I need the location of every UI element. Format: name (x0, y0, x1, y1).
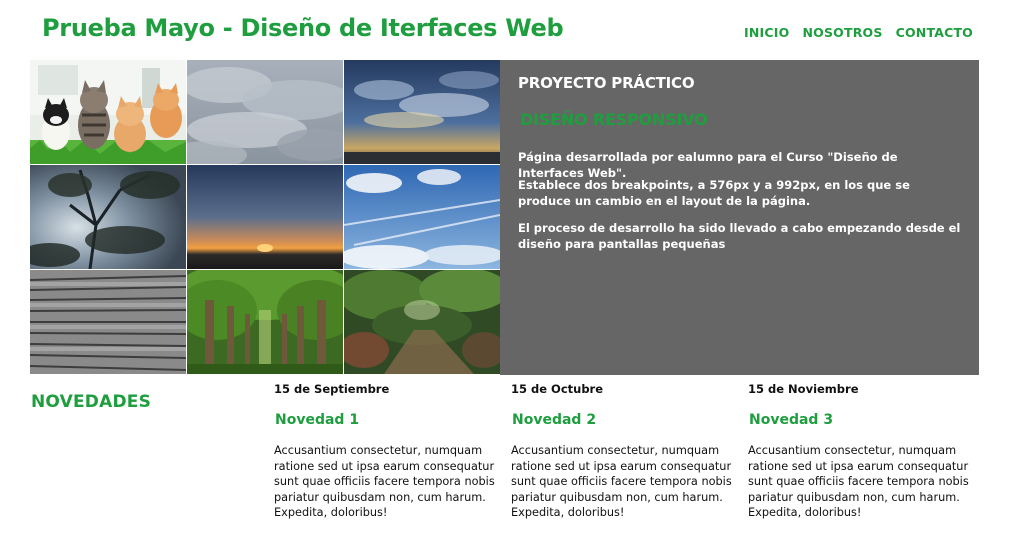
news-heading: NOVEDADES (31, 392, 152, 412)
hero-section: PROYECTO PRÁCTICO DISEÑO RESPONSIVO Pági… (30, 60, 979, 375)
tree-silhouette-photo-icon (30, 165, 186, 269)
photo-gallery (30, 60, 500, 375)
nav-inicio[interactable]: INICIO (744, 25, 789, 40)
news-title: Novedad 2 (512, 412, 597, 428)
project-info-panel: PROYECTO PRÁCTICO DISEÑO RESPONSIVO Pági… (500, 60, 979, 375)
news-title: Novedad 1 (275, 412, 360, 428)
stone-steps-photo-icon (30, 270, 186, 374)
cloudy-sky-photo-icon (187, 60, 343, 164)
tree-avenue-photo-icon (187, 270, 343, 374)
panel-title: DISEÑO RESPONSIVO (520, 110, 708, 129)
news-body: Accusantium consectetur, numquam ratione… (511, 444, 732, 519)
panel-kicker: PROYECTO PRÁCTICO (518, 74, 695, 92)
site-title: Prueba Mayo - Diseño de Iterfaces Web (42, 14, 564, 42)
news-body: Accusantium consectetur, numquam ratione… (274, 444, 495, 519)
site-header: Prueba Mayo - Diseño de Iterfaces Web IN… (0, 0, 1015, 60)
nav-nosotros[interactable]: NOSOTROS (802, 25, 882, 40)
panel-paragraph-1: Página desarrollada por ealumno para el … (518, 150, 898, 180)
kittens-photo-icon (30, 60, 186, 164)
news-date: 15 de Octubre (511, 382, 604, 396)
news-date: 15 de Noviembre (748, 382, 859, 396)
news-date: 15 de Septiembre (274, 382, 390, 396)
sunset-horizon-photo-icon (187, 165, 343, 269)
news-title: Novedad 3 (749, 412, 834, 428)
jungle-path-photo-icon (344, 270, 500, 374)
blue-sky-contrails-photo-icon (344, 165, 500, 269)
nav-contacto[interactable]: CONTACTO (896, 25, 973, 40)
clouds-sunset-photo-icon (344, 60, 500, 164)
news-section: NOVEDADES 15 de Septiembre Novedad 1 Acc… (0, 375, 1015, 552)
panel-paragraph-3: El proceso de desarrollo ha sido llevado… (518, 221, 961, 251)
news-body: Accusantium consectetur, numquam ratione… (748, 444, 969, 519)
main-nav: INICIO NOSOTROS CONTACTO (744, 25, 973, 40)
panel-paragraph-2: Establece dos breakpoints, a 576px y a 9… (518, 178, 910, 208)
